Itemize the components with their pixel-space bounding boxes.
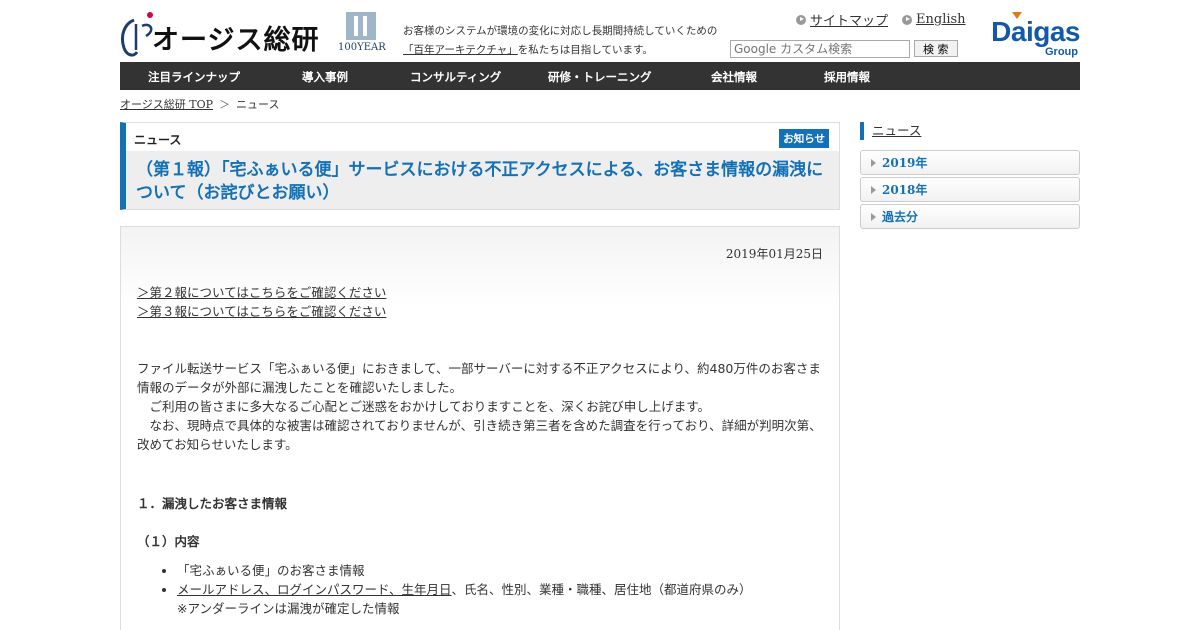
daigas-logo-sub: Group bbox=[1045, 46, 1078, 58]
tagline-line1: お客様のシステムが環境の変化に対応し長期間持続していくための bbox=[403, 25, 718, 37]
article-header: ニュース お知らせ （第１報）「宅ふぁいる便」サービスにおける不正アクセスによる… bbox=[120, 122, 840, 210]
tagline: お客様のシステムが環境の変化に対応し長期間持続していくための 「百年アーキテクチ… bbox=[403, 22, 723, 60]
breadcrumb-current: ニュース bbox=[236, 98, 280, 111]
logo-mark-icon bbox=[120, 12, 153, 57]
bullet-2-rest: 、氏名、性別、業種・職種、居住地（都道府県のみ） bbox=[451, 582, 752, 597]
century-glyph-icon bbox=[346, 12, 376, 40]
list-item: メールアドレス、ログインパスワード、生年月日、氏名、性別、業種・職種、居住地（都… bbox=[177, 580, 752, 618]
nav-item-lineup[interactable]: 注目ラインナップ bbox=[148, 69, 240, 85]
list-item: 「宅ふぁいる便」のお客さま情報 bbox=[177, 561, 752, 580]
article-category: ニュース bbox=[134, 133, 182, 147]
article-paragraphs: ファイル転送サービス「宅ふぁいる便」におきまして、一部サーバーに対する不正アクセ… bbox=[137, 359, 823, 454]
section-subheading: （１）内容 bbox=[137, 534, 200, 549]
article-date: 2019年01月25日 bbox=[725, 247, 823, 261]
sidebar-item-2019[interactable]: 2019年 bbox=[860, 150, 1080, 175]
sitemap-link[interactable]: サイトマップ bbox=[810, 10, 888, 29]
global-nav: 注目ラインナップ 導入事例 コンサルティング 研修・トレーニング 会社情報 採用… bbox=[120, 62, 1080, 90]
bullet-2-note: ※アンダーラインは漏洩が確定した情報 bbox=[177, 601, 400, 616]
sitemap-link-wrap: サイトマップ bbox=[796, 10, 888, 29]
triangle-right-icon bbox=[871, 158, 876, 167]
century-text: 100YEAR bbox=[338, 42, 386, 53]
triangle-right-icon bbox=[871, 212, 876, 221]
tagline-link[interactable]: 「百年アーキテクチャ」 bbox=[403, 44, 518, 56]
triangle-right-icon bbox=[871, 185, 876, 194]
sidebar-item-label: 2019年 bbox=[882, 156, 928, 170]
arrow-circle-icon bbox=[902, 14, 913, 25]
sidebar-item-2018[interactable]: 2018年 bbox=[860, 177, 1080, 202]
article-title: （第１報）「宅ふぁいる便」サービスにおける不正アクセスによる、お客さま情報の漏洩… bbox=[136, 160, 824, 203]
sidebar: ニュース 2019年 2018年 過去分 bbox=[860, 122, 1080, 231]
breadcrumb-home-link[interactable]: オージス総研 TOP bbox=[120, 96, 213, 112]
sidebar-item-label: 2018年 bbox=[882, 183, 928, 197]
article-badge: お知らせ bbox=[779, 129, 829, 148]
century-architecture-logo[interactable]: 100YEAR bbox=[338, 12, 386, 58]
paragraph-2: ご利用の皆さまに多大なるご心配とご迷惑をおかけしておりますことを、深くお詫び申し… bbox=[137, 399, 711, 414]
second-report-link[interactable]: ＞第２報についてはこちらをご確認ください bbox=[137, 283, 386, 302]
section-heading: １．漏洩したお客さま情報 bbox=[137, 496, 288, 511]
bullet-2-underlined: メールアドレス、ログインパスワード、生年月日 bbox=[177, 582, 452, 597]
leaked-info-list: 「宅ふぁいる便」のお客さま情報 メールアドレス、ログインパスワード、生年月日、氏… bbox=[177, 561, 752, 618]
breadcrumb: オージス総研 TOP ＞ ニュース bbox=[120, 96, 280, 112]
related-links: ＞第２報についてはこちらをご確認ください ＞第３報についてはこちらをご確認くださ… bbox=[137, 283, 386, 321]
search-form: 検 索 bbox=[730, 40, 958, 58]
tagline-line2-rest: を私たちは目指しています。 bbox=[517, 44, 653, 56]
nav-item-cases[interactable]: 導入事例 bbox=[302, 69, 348, 85]
paragraph-3: なお、現時点で具体的な被害は確認されておりませんが、引き続き第三者を含めた調査を… bbox=[137, 418, 822, 452]
daigas-logo-word: Daigas bbox=[991, 16, 1080, 47]
nav-item-company[interactable]: 会社情報 bbox=[711, 69, 757, 85]
breadcrumb-separator-icon: ＞ bbox=[219, 98, 231, 111]
logo-text: オージス総研 bbox=[152, 25, 320, 56]
third-report-link[interactable]: ＞第３報についてはこちらをご確認ください bbox=[137, 302, 386, 321]
nav-item-recruit[interactable]: 採用情報 bbox=[824, 69, 870, 85]
tagline-line2: 「百年アーキテクチャ」を私たちは目指しています。 bbox=[403, 41, 723, 60]
search-button[interactable]: 検 索 bbox=[914, 40, 958, 57]
search-input[interactable] bbox=[730, 40, 910, 58]
sidebar-item-archive[interactable]: 過去分 bbox=[860, 204, 1080, 229]
daigas-group-logo[interactable]: Daigas Group bbox=[976, 12, 1080, 60]
sidebar-title-link[interactable]: ニュース bbox=[872, 123, 921, 138]
utility-links: サイトマップ English bbox=[796, 10, 966, 29]
bullet-1-text: 「宅ふぁいる便」のお客さま情報 bbox=[177, 563, 365, 578]
arrow-circle-icon bbox=[796, 14, 806, 25]
sidebar-title: ニュース bbox=[860, 122, 1080, 140]
sidebar-item-label: 過去分 bbox=[882, 210, 919, 224]
article-title-band: （第１報）「宅ふぁいる便」サービスにおける不正アクセスによる、お客さま情報の漏洩… bbox=[120, 151, 839, 209]
main-content: ニュース お知らせ （第１報）「宅ふぁいる便」サービスにおける不正アクセスによる… bbox=[120, 122, 840, 630]
nav-item-training[interactable]: 研修・トレーニング bbox=[548, 69, 652, 85]
article-body: 2019年01月25日 ＞第２報についてはこちらをご確認ください ＞第３報につい… bbox=[120, 226, 840, 630]
ogis-logo[interactable]: オージス総研 bbox=[120, 10, 318, 58]
paragraph-1: ファイル転送サービス「宅ふぁいる便」におきまして、一部サーバーに対する不正アクセ… bbox=[137, 361, 821, 395]
nav-item-consulting[interactable]: コンサルティング bbox=[410, 69, 501, 85]
english-link[interactable]: English bbox=[916, 12, 966, 27]
english-link-wrap: English bbox=[902, 10, 966, 29]
